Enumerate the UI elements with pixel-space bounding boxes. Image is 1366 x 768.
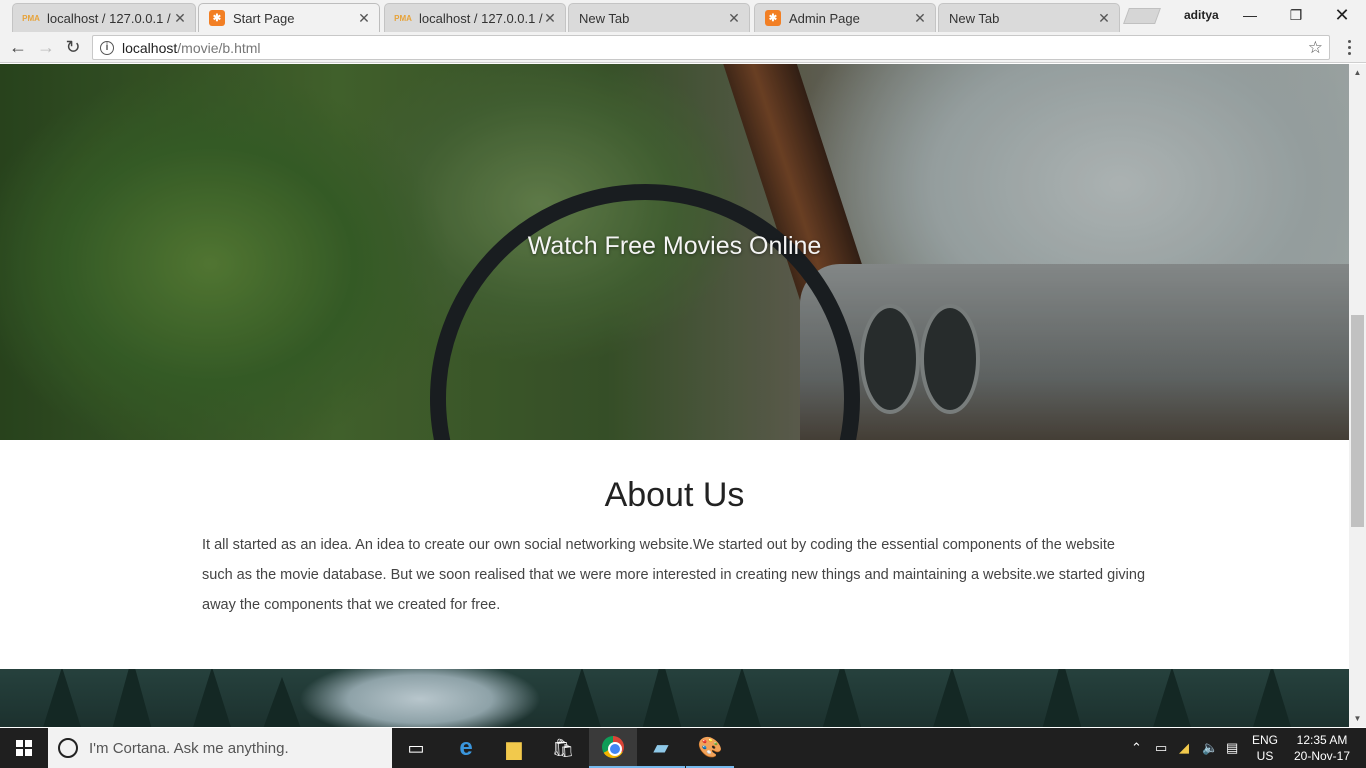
wifi-icon[interactable]: ◢ (1179, 728, 1189, 768)
about-heading: About Us (604, 476, 745, 514)
reload-icon[interactable]: ↻ (62, 36, 84, 58)
tab-admin-page[interactable]: ✱ Admin Page ✕ (754, 3, 936, 32)
tab-title: localhost / 127.0.0.1 / m (47, 10, 173, 26)
restore-icon[interactable]: ❐ (1273, 0, 1319, 30)
back-icon[interactable]: ← (7, 36, 29, 58)
tab-localhost-1[interactable]: PMA localhost / 127.0.0.1 / m ✕ (12, 3, 196, 32)
notepad-icon[interactable]: ▰ (637, 728, 685, 768)
input-language[interactable]: ENG US (1251, 732, 1279, 764)
tab-title: New Tab (579, 10, 630, 26)
hero-title: Watch Free Movies Online (527, 232, 822, 260)
battery-icon[interactable]: ▭ (1155, 728, 1167, 768)
browser-tab-strip: PMA localhost / 127.0.0.1 / m ✕ ✱ Start … (0, 0, 1366, 32)
close-icon[interactable]: ✕ (357, 10, 371, 27)
scroll-down-icon[interactable]: ▼ (1349, 710, 1366, 727)
edge-icon[interactable]: e (442, 728, 490, 768)
about-section: About Us It all started as an idea. An i… (0, 440, 1349, 669)
cortana-icon (58, 738, 78, 758)
windows-logo-icon (16, 740, 32, 756)
hero-banner: Watch Free Movies Online (0, 64, 1349, 440)
cortana-placeholder: I'm Cortana. Ask me anything. (89, 739, 289, 757)
task-view-icon[interactable]: ▭ (392, 728, 440, 768)
xampp-icon: ✱ (765, 10, 781, 26)
windows-taskbar: I'm Cortana. Ask me anything. ▭ e ▆ 🛍 ▰ … (0, 728, 1366, 768)
scrollbar-thumb[interactable] (1351, 315, 1364, 527)
cortana-search-box[interactable]: I'm Cortana. Ask me anything. (48, 728, 392, 768)
scroll-up-icon[interactable]: ▲ (1349, 64, 1366, 81)
close-icon[interactable]: ✕ (173, 10, 187, 27)
tab-title: localhost / 127.0.0.1 / m (419, 10, 543, 26)
xampp-icon: ✱ (209, 10, 225, 26)
window-close-icon[interactable]: ✕ (1319, 0, 1365, 30)
second-banner (0, 669, 1349, 727)
tab-title: New Tab (949, 10, 1000, 26)
new-tab-button[interactable] (1123, 8, 1161, 24)
close-icon[interactable]: ✕ (543, 10, 557, 27)
volume-icon[interactable]: 🔈 (1202, 728, 1218, 768)
start-button[interactable] (0, 728, 48, 768)
close-icon[interactable]: ✕ (727, 10, 741, 27)
url-path: /movie/b.html (177, 39, 261, 56)
action-center-icon[interactable]: ▤ (1226, 728, 1238, 768)
chrome-icon[interactable] (589, 728, 637, 768)
bookmark-star-icon[interactable]: ☆ (1308, 38, 1323, 58)
phpmyadmin-icon: PMA (22, 13, 40, 23)
page-viewport: Watch Free Movies Online About Us It all… (0, 64, 1349, 727)
profile-name[interactable]: aditya (1184, 8, 1219, 22)
tab-title: Start Page (233, 10, 295, 26)
phpmyadmin-icon: PMA (394, 13, 412, 23)
tab-localhost-2[interactable]: PMA localhost / 127.0.0.1 / m ✕ (384, 3, 566, 32)
close-icon[interactable]: ✕ (913, 10, 927, 27)
address-bar[interactable]: i localhost/movie/b.html ☆ (92, 35, 1330, 60)
store-icon[interactable]: 🛍 (539, 728, 587, 768)
vertical-scrollbar[interactable]: ▲ ▼ (1349, 64, 1366, 727)
paint-icon[interactable]: 🎨 (686, 728, 734, 768)
close-icon[interactable]: ✕ (1097, 10, 1111, 27)
file-explorer-icon[interactable]: ▆ (490, 728, 538, 768)
browser-toolbar: ← → ↻ i localhost/movie/b.html ☆ (0, 32, 1366, 63)
forward-icon[interactable]: → (35, 36, 57, 58)
tab-start-page[interactable]: ✱ Start Page ✕ (198, 3, 380, 32)
minimize-icon[interactable]: — (1227, 0, 1273, 30)
url-host: localhost (122, 39, 178, 56)
tab-title: Admin Page (789, 10, 860, 26)
tab-new-tab-1[interactable]: New Tab ✕ (568, 3, 750, 32)
browser-menu-icon[interactable] (1340, 36, 1358, 58)
show-hidden-icons-icon[interactable]: ⌃ (1131, 728, 1142, 768)
info-icon[interactable]: i (100, 40, 114, 55)
tab-new-tab-2[interactable]: New Tab ✕ (938, 3, 1120, 32)
taskbar-clock[interactable]: 12:35 AM 20-Nov-17 (1289, 732, 1355, 764)
about-text: It all started as an idea. An idea to cr… (202, 537, 1146, 613)
